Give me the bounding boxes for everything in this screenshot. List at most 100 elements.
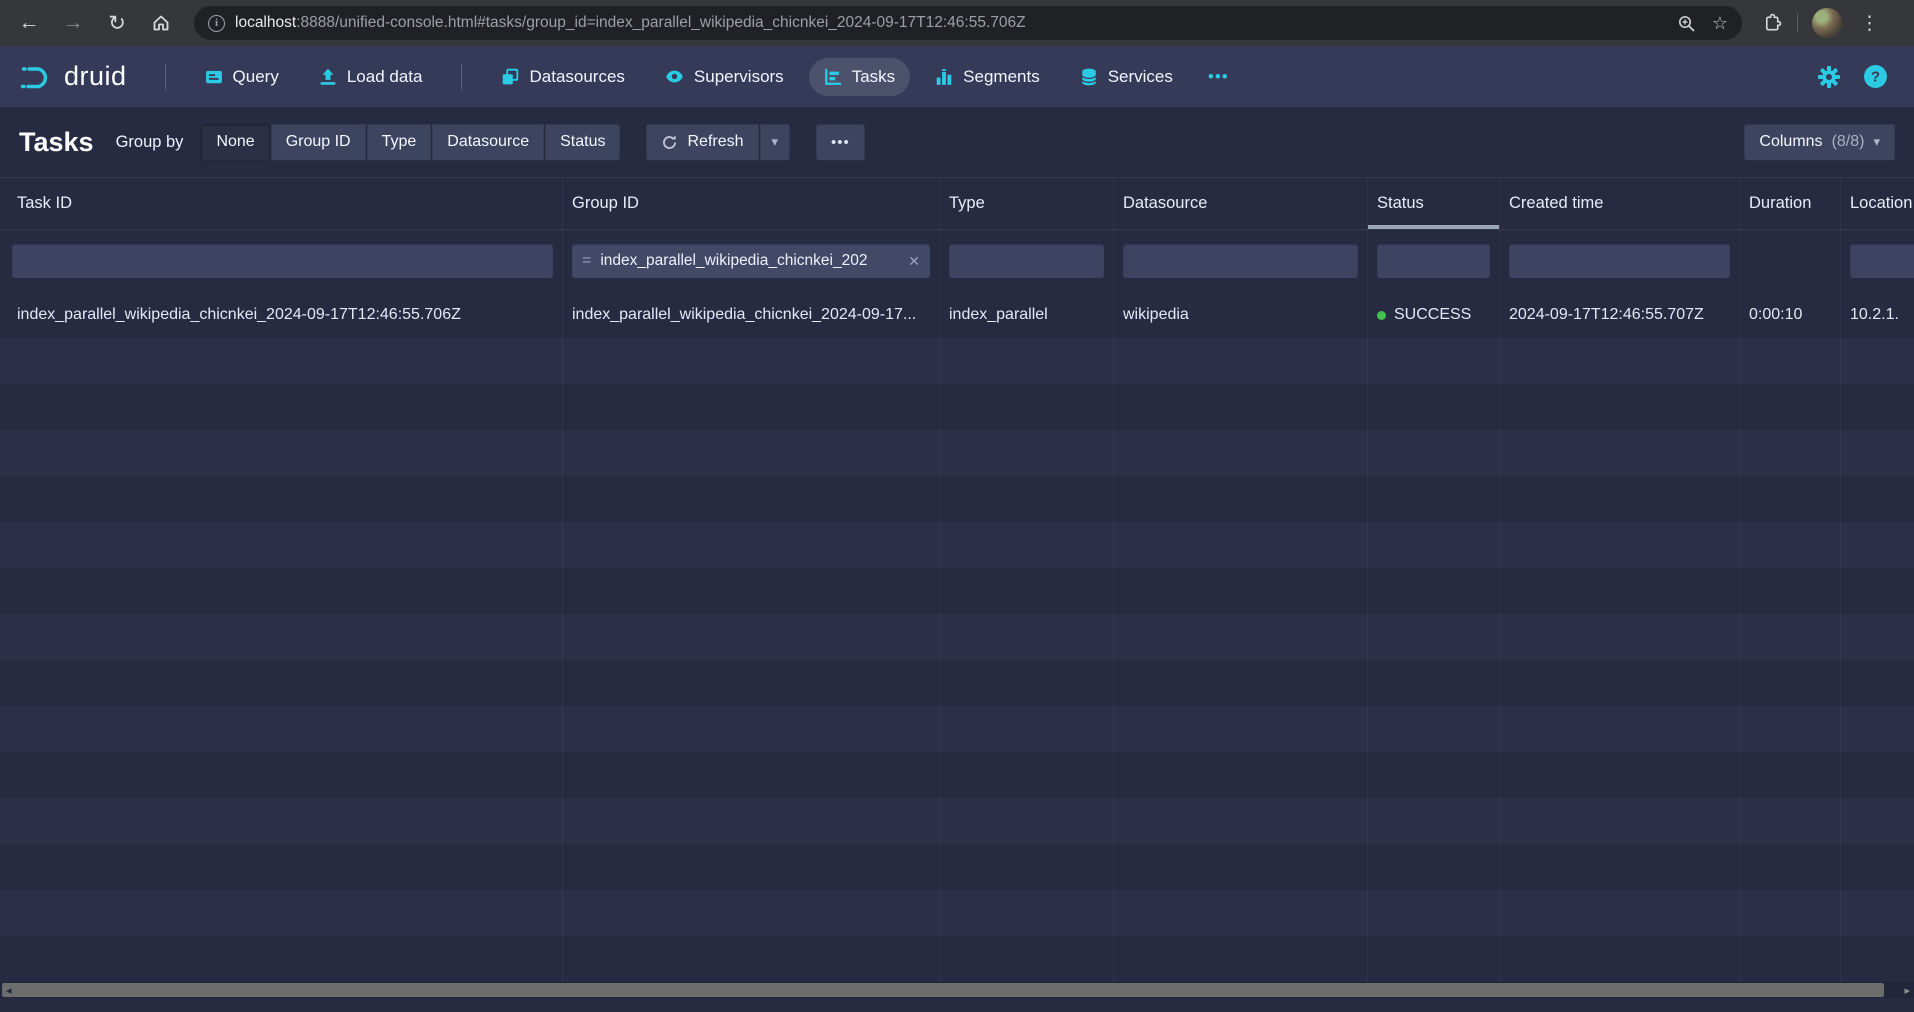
- column-header-task-id[interactable]: Task ID: [0, 178, 563, 229]
- column-header-created-time[interactable]: Created time: [1500, 178, 1740, 229]
- table-row-empty: [0, 936, 1914, 982]
- cell-location[interactable]: 10.2.1.: [1841, 292, 1914, 338]
- empty-cell: [1500, 706, 1740, 752]
- group-by-type-button[interactable]: Type: [367, 124, 432, 161]
- home-icon[interactable]: [142, 4, 180, 42]
- filter-task-id-input[interactable]: [12, 244, 553, 278]
- scroll-left-icon[interactable]: ◂: [6, 982, 12, 998]
- empty-cell: [1841, 890, 1914, 936]
- filter-location-input[interactable]: [1850, 244, 1914, 278]
- cell-type[interactable]: index_parallel: [940, 292, 1114, 338]
- empty-cell: [1740, 706, 1841, 752]
- column-header-group-id[interactable]: Group ID: [563, 178, 940, 229]
- nav-item-tasks[interactable]: Tasks: [809, 58, 910, 96]
- empty-cell: [1740, 844, 1841, 890]
- cell-task-id[interactable]: index_parallel_wikipedia_chicnkei_2024-0…: [0, 292, 563, 338]
- column-header-status[interactable]: Status: [1368, 178, 1500, 229]
- empty-cell: [1368, 752, 1500, 798]
- empty-cell: [940, 798, 1114, 844]
- help-icon[interactable]: ?: [1863, 64, 1888, 89]
- group-by-datasource-button[interactable]: Datasource: [432, 124, 544, 161]
- filter-created-time-input[interactable]: [1509, 244, 1730, 278]
- empty-cell: [1368, 430, 1500, 476]
- empty-cell: [1114, 614, 1368, 660]
- reload-icon[interactable]: ↻: [98, 4, 136, 42]
- empty-cell: [1500, 844, 1740, 890]
- group-by-none-button[interactable]: None: [201, 124, 269, 161]
- columns-button[interactable]: Columns (8/8) ▾: [1744, 124, 1895, 161]
- empty-cell: [0, 890, 563, 936]
- empty-cell: [940, 936, 1114, 982]
- column-header-datasource[interactable]: Datasource: [1114, 178, 1368, 229]
- scrollbar-thumb[interactable]: [2, 983, 1884, 997]
- filter-status-input[interactable]: [1377, 244, 1490, 278]
- table-row-empty: [0, 844, 1914, 890]
- empty-cell: [0, 476, 563, 522]
- filter-group-id-value: index_parallel_wikipedia_chicnkei_202: [600, 252, 899, 270]
- empty-cell: [1368, 476, 1500, 522]
- forward-icon[interactable]: →: [54, 4, 92, 42]
- cell-datasource[interactable]: wikipedia: [1114, 292, 1368, 338]
- filter-type-input[interactable]: [949, 244, 1104, 278]
- nav-right-actions: ?: [1817, 64, 1894, 89]
- nav-item-query[interactable]: Query: [190, 58, 294, 96]
- empty-cell: [0, 522, 563, 568]
- column-header-location[interactable]: Location: [1841, 178, 1914, 229]
- cell-created-time[interactable]: 2024-09-17T12:46:55.707Z: [1500, 292, 1740, 338]
- refresh-button[interactable]: Refresh: [646, 124, 758, 161]
- empty-cell: [1368, 890, 1500, 936]
- empty-cell: [0, 614, 563, 660]
- table-row-empty: [0, 384, 1914, 430]
- browser-menu-icon[interactable]: ⋮: [1856, 12, 1883, 35]
- empty-cell: [1841, 706, 1914, 752]
- datasources-icon: [501, 68, 519, 86]
- profile-avatar[interactable]: [1812, 8, 1842, 38]
- filter-datasource-input[interactable]: [1123, 244, 1358, 278]
- zoom-icon[interactable]: [1677, 14, 1696, 33]
- back-icon[interactable]: ←: [10, 4, 48, 42]
- filter-group-id-chip[interactable]: = index_parallel_wikipedia_chicnkei_202 …: [572, 244, 930, 278]
- extensions-icon[interactable]: [1762, 13, 1783, 34]
- druid-brand[interactable]: druid: [20, 61, 127, 93]
- empty-cell: [1740, 752, 1841, 798]
- group-by-status-button[interactable]: Status: [545, 124, 620, 161]
- more-actions-button[interactable]: •••: [816, 124, 865, 161]
- table-row-empty: [0, 752, 1914, 798]
- empty-cell: [1368, 706, 1500, 752]
- page-info-icon[interactable]: i: [208, 15, 225, 32]
- column-header-duration[interactable]: Duration: [1740, 178, 1841, 229]
- empty-cell: [1841, 798, 1914, 844]
- bookmark-star-icon[interactable]: ☆: [1712, 13, 1728, 34]
- table-row[interactable]: index_parallel_wikipedia_chicnkei_2024-0…: [0, 292, 1914, 338]
- scroll-right-icon[interactable]: ▸: [1904, 982, 1910, 998]
- cell-duration[interactable]: 0:00:10: [1740, 292, 1841, 338]
- table-filter-row: = index_parallel_wikipedia_chicnkei_202 …: [0, 230, 1914, 292]
- refresh-split-button: Refresh ▾: [646, 124, 790, 161]
- empty-cell: [940, 752, 1114, 798]
- empty-cell: [1740, 338, 1841, 384]
- columns-count: (8/8): [1832, 133, 1865, 151]
- browser-toolbar: ← → ↻ i localhost:8888/unified-console.h…: [0, 0, 1914, 46]
- empty-cell: [1740, 936, 1841, 982]
- settings-gear-icon[interactable]: [1817, 65, 1841, 89]
- empty-cell: [940, 890, 1114, 936]
- nav-item-load-data[interactable]: Load data: [304, 58, 438, 96]
- empty-cell: [0, 752, 563, 798]
- refresh-caret-button[interactable]: ▾: [760, 124, 791, 161]
- nav-item-supervisors[interactable]: Supervisors: [650, 58, 799, 96]
- cell-group-id[interactable]: index_parallel_wikipedia_chicnkei_2024-0…: [563, 292, 940, 338]
- empty-cell: [1740, 476, 1841, 522]
- filter-clear-icon[interactable]: ✕: [908, 253, 920, 270]
- nav-more-icon[interactable]: •••: [1198, 67, 1239, 87]
- empty-cell: [563, 844, 940, 890]
- empty-cell: [1114, 430, 1368, 476]
- column-header-type[interactable]: Type: [940, 178, 1114, 229]
- cell-status[interactable]: SUCCESS: [1368, 292, 1500, 338]
- group-by-group-id-button[interactable]: Group ID: [271, 124, 366, 161]
- horizontal-scrollbar[interactable]: ◂ ▸: [0, 982, 1914, 998]
- nav-item-datasources[interactable]: Datasources: [486, 58, 639, 96]
- url-bar[interactable]: i localhost:8888/unified-console.html#ta…: [194, 6, 1742, 40]
- nav-item-segments[interactable]: Segments: [920, 58, 1055, 96]
- nav-label: Services: [1108, 67, 1173, 87]
- nav-item-services[interactable]: Services: [1065, 58, 1188, 96]
